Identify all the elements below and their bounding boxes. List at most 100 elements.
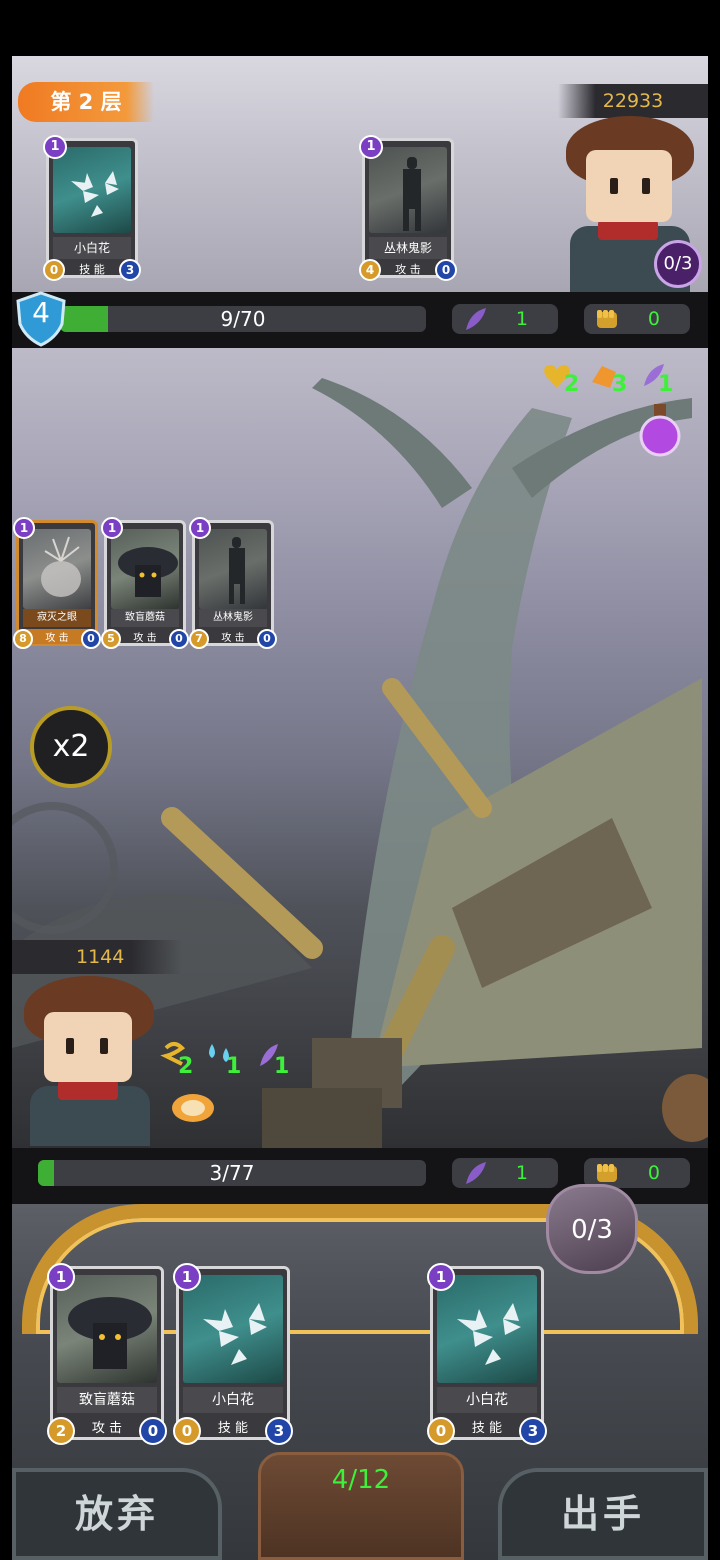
mushroom-icon [118,547,178,597]
card-type: 技 能 [217,1421,249,1436]
card-cost-gem: 4 [359,259,381,281]
drop-shard-count: 3 [612,372,628,397]
player-feather-count: 1 [515,1162,528,1184]
card-cost-gem: 8 [13,629,33,649]
creature-icon [41,536,81,597]
card-value-gem: 0 [81,629,101,649]
mushroom-art [111,529,179,609]
enemy-hp-text: 9/70 [220,307,266,331]
field-card-jungle-ghost[interactable]: 丛林鬼影 攻 击 1 7 0 [189,517,277,649]
enemy-hand-badge: 0/3 [654,240,702,288]
card-cost-gem: 7 [189,629,209,649]
status-bar [0,0,720,56]
enemy-card-white-flower[interactable]: 小白花 技 能 1 0 3 [43,135,141,281]
ghost-art [369,147,447,233]
player-buff-water: 1 [226,1054,242,1079]
card-cost-gem: 2 [47,1417,75,1445]
card-cost-gem: 0 [427,1417,455,1445]
card-level-gem: 1 [101,517,123,539]
enemy-panel: 第 2 层 22933 小白花 技 能 1 0 3 丛林鬼影 攻 击 1 4 0… [12,56,708,292]
card-value-gem: 3 [519,1417,547,1445]
flower-art [183,1275,283,1383]
flower-icon [203,1303,267,1365]
card-name: 丛林鬼影 [199,609,267,627]
flower-art [53,147,131,233]
ghost-icon [403,157,421,231]
player-fist-count: 0 [647,1162,660,1184]
enemy-fist-count: 0 [647,308,660,330]
card-type: 攻 击 [91,1421,123,1436]
field-card-silent-eye[interactable]: 寂灭之眼 攻 击 1 8 0 [13,517,101,649]
drop-heart-count: 2 [564,372,580,397]
ghost-art [199,529,267,609]
card-cost-gem: 0 [43,259,65,281]
enemy-fist-pill: 0 [584,304,690,334]
play-button[interactable]: 出手 [498,1468,708,1560]
card-level-gem: 1 [189,517,211,539]
flower-art [437,1275,537,1383]
card-name: 小白花 [53,237,131,259]
player-feather-pill: 1 [452,1158,558,1188]
card-cost-gem: 0 [173,1417,201,1445]
card-level-gem: 1 [173,1263,201,1291]
card-name: 丛林鬼影 [369,237,447,259]
enemy-score: 22933 [558,84,708,118]
speed-multiplier-button[interactable]: x2 [30,706,112,788]
enemy-feather-count: 1 [515,308,528,330]
potion-icon [639,404,681,457]
card-name: 寂灭之眼 [23,609,91,627]
player-avatar [20,976,160,1146]
card-name: 小白花 [183,1387,283,1413]
hand-card-white-flower[interactable]: 小白花 技 能 1 0 3 [173,1263,293,1445]
enemy-feather-pill: 1 [452,304,558,334]
player-hp-bar: 3/77 [38,1160,426,1186]
card-level-gem: 1 [47,1263,75,1291]
deck-pile[interactable]: 4/12 [258,1452,464,1560]
flower-icon [71,171,119,217]
card-value-gem: 0 [169,629,189,649]
feather-icon [466,1162,486,1184]
hand-card-blind-mushroom[interactable]: 致盲蘑菇 攻 击 1 2 0 [47,1263,167,1445]
hand-card-white-flower-2[interactable]: 小白花 技 能 1 0 3 [427,1263,547,1445]
floor-label: 第 2 层 [18,82,154,122]
game-screen: 第 2 层 22933 小白花 技 能 1 0 3 丛林鬼影 攻 击 1 4 0… [12,56,708,1560]
card-value-gem: 3 [265,1417,293,1445]
ghost-icon [229,537,245,604]
card-level-gem: 1 [427,1263,455,1291]
card-type: 攻 击 [133,633,157,644]
card-type: 攻 击 [221,633,245,644]
feather-icon [466,308,486,330]
mushroom-icon [68,1297,152,1369]
eye-art [23,529,91,609]
player-hp-text: 3/77 [209,1161,255,1185]
card-name: 致盲蘑菇 [57,1387,157,1413]
drop-feather-count: 1 [658,372,674,397]
flower-icon [457,1303,521,1365]
enemy-status-row: 9/70 4 1 0 [12,291,708,348]
enemy-card-jungle-ghost[interactable]: 丛林鬼影 攻 击 1 4 0 [359,135,457,281]
player-buff-coil: 2 [178,1054,194,1079]
card-type: 技 能 [79,263,105,276]
card-level-gem: 1 [359,135,383,159]
card-value-gem: 0 [435,259,457,281]
field-card-blind-mushroom[interactable]: 致盲蘑菇 攻 击 1 5 0 [101,517,189,649]
player-score: 1144 [12,940,182,974]
discard-button[interactable]: 放弃 [12,1468,222,1560]
card-level-gem: 1 [13,517,35,539]
enemy-hp-bar: 9/70 [60,306,426,332]
card-value-gem: 0 [139,1417,167,1445]
enemy-shield-value: 4 [32,296,50,329]
bread-icon [172,1094,214,1122]
mana-crystal: 0/3 [546,1184,638,1274]
drop-items: 2 3 1 [542,358,702,458]
card-name: 致盲蘑菇 [111,609,179,627]
deck-count: 4/12 [331,1465,391,1495]
card-value-gem: 0 [257,629,277,649]
card-value-gem: 3 [119,259,141,281]
card-type: 技 能 [471,1421,503,1436]
card-name: 小白花 [437,1387,537,1413]
card-type: 攻 击 [395,263,421,276]
card-level-gem: 1 [43,135,67,159]
fist-icon [597,310,617,328]
player-buff-feather: 1 [274,1054,290,1079]
